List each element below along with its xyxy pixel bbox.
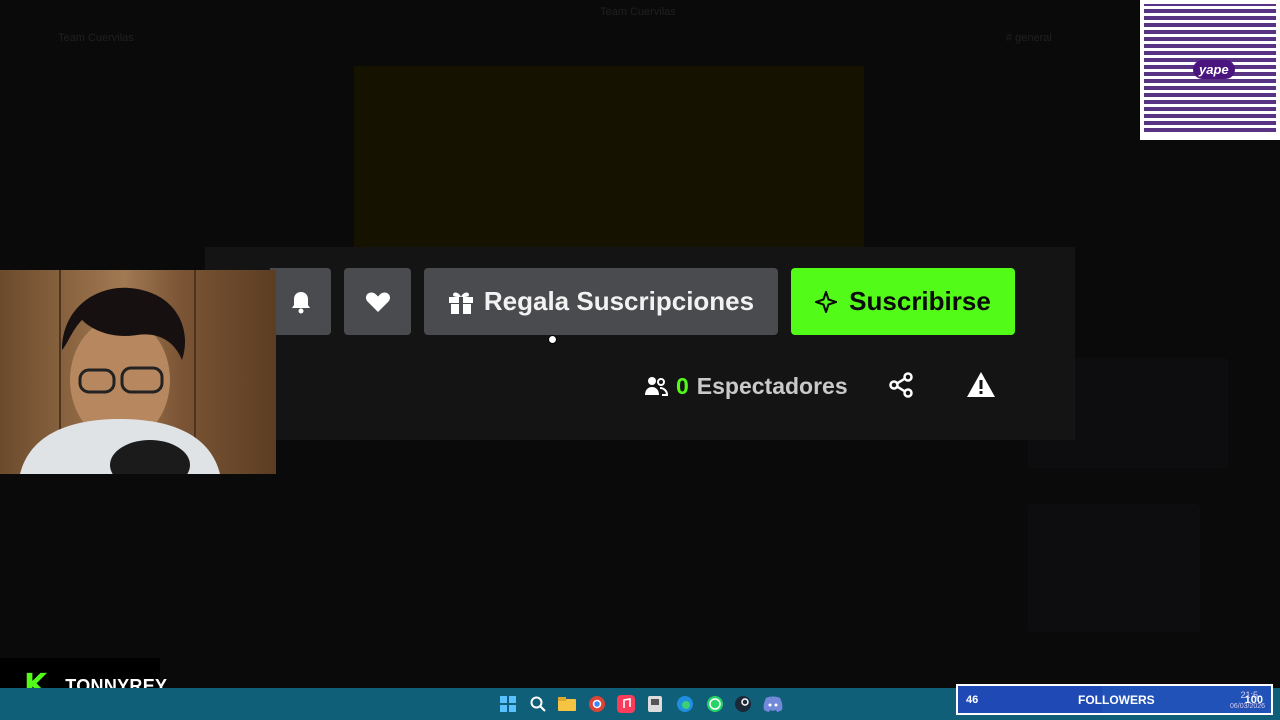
server-name[interactable]: Team Cuervilas	[58, 32, 134, 44]
mouse-cursor	[548, 335, 557, 344]
subscribe-button[interactable]: Suscribirse	[791, 268, 1015, 335]
discord-icon[interactable]	[763, 694, 783, 714]
windows-start-icon[interactable]	[498, 694, 518, 714]
subscribe-label: Suscribirse	[849, 286, 991, 316]
music-icon[interactable]	[616, 694, 636, 714]
webcam-feed	[0, 270, 276, 474]
followers-label: FOLLOWERS	[1078, 692, 1155, 707]
app-icon[interactable]	[645, 694, 665, 714]
chat-image	[1028, 504, 1200, 632]
share-icon[interactable]	[888, 372, 914, 398]
search-icon[interactable]	[528, 694, 548, 714]
whatsapp-icon[interactable]	[705, 694, 725, 714]
gift-subscriptions-button[interactable]: Regala Suscripciones	[424, 268, 778, 335]
streamer-silhouette	[20, 270, 220, 474]
followers-current: 46	[966, 693, 979, 706]
notify-button[interactable]	[270, 268, 331, 335]
viewer-count-value: 0	[676, 372, 689, 399]
follow-button[interactable]	[344, 268, 411, 335]
chrome-icon[interactable]	[587, 694, 607, 714]
gift-icon	[448, 292, 473, 314]
viewers-icon	[645, 377, 668, 396]
bell-icon	[291, 291, 310, 313]
followers-goal-widget: 46 FOLLOWERS 100	[956, 684, 1273, 715]
stream-preview	[354, 66, 864, 250]
heart-icon	[365, 292, 390, 312]
chat-header: # general	[1006, 32, 1052, 44]
edge-icon[interactable]	[675, 694, 695, 714]
steam-icon[interactable]	[733, 694, 753, 714]
sparkle-icon	[815, 290, 838, 313]
viewer-count: 0 Espectadores	[644, 368, 848, 404]
window-title: Team Cuervilas	[600, 6, 676, 18]
clock-time: 21:5	[1240, 690, 1258, 700]
report-warning-icon[interactable]	[966, 370, 996, 400]
clock-date: 06/03/2026	[1230, 703, 1266, 710]
gift-subscriptions-label: Regala Suscripciones	[483, 286, 755, 316]
file-explorer-icon[interactable]	[557, 694, 577, 714]
yape-logo: yape	[1193, 60, 1235, 79]
system-clock[interactable]: 21:5 06/03/2026	[1230, 690, 1266, 712]
viewer-count-label: Espectadores	[696, 372, 848, 399]
